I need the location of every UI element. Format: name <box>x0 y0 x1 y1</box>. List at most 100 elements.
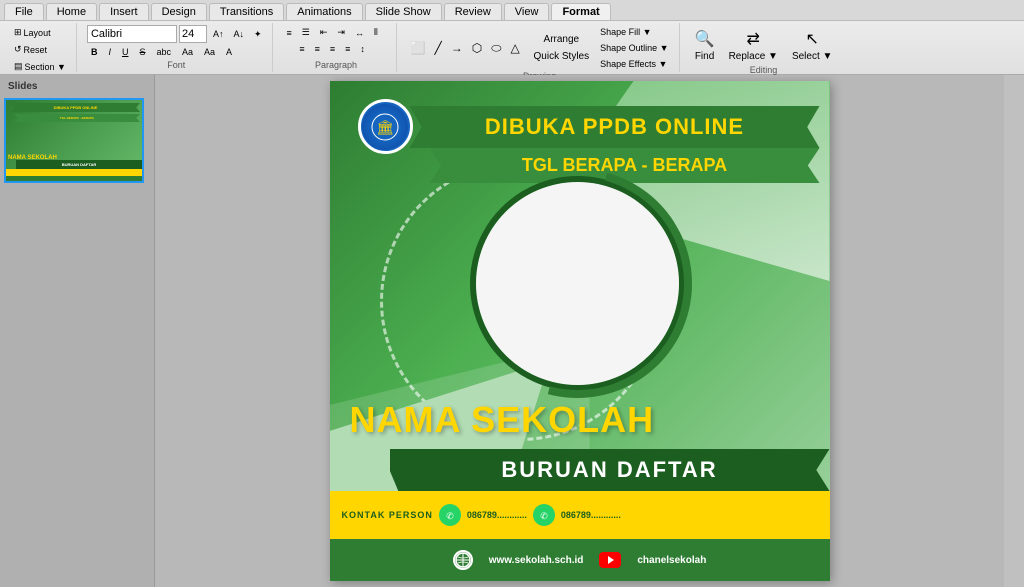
strikethrough-button[interactable]: S <box>135 45 149 59</box>
ribbon-group-slides: ⊞ Layout ↺ Reset ▤ Section ▼ Slides <box>4 23 77 72</box>
right-panel <box>1004 75 1024 587</box>
textbox-button[interactable]: ⬡ <box>468 39 486 58</box>
whatsapp-icon-2: ✆ <box>533 504 555 526</box>
tab-design[interactable]: Design <box>151 3 207 20</box>
ribbon-tabs: File Home Insert Design Transitions Anim… <box>0 0 1024 21</box>
font-size-input[interactable] <box>179 25 207 43</box>
ribbon-group-drawing: ⬜ ╱ → ⬡ ⬭ △ Arrange Quick Styles Shape F… <box>401 23 680 72</box>
ribbon: File Home Insert Design Transitions Anim… <box>0 0 1024 75</box>
arrange-button[interactable]: Arrange <box>530 32 594 47</box>
line-spacing-button[interactable]: ↕ <box>356 42 369 56</box>
columns-button[interactable]: ⫴ <box>370 25 382 40</box>
svg-text:🏛: 🏛 <box>376 119 394 135</box>
ribbon-group-font: A↑ A↓ ✦ B I U S abc Aa Aa A Font <box>81 23 273 72</box>
poster: 🏛 DIBUKA PPDB ONLINE TGL BERAPA - BERAPA <box>330 81 830 581</box>
font-shadow-button[interactable]: abc <box>152 45 175 59</box>
editing-group-label: Editing <box>690 65 838 75</box>
align-left-button[interactable]: ≡ <box>295 42 308 56</box>
clear-format-button[interactable]: ✦ <box>250 27 266 42</box>
tab-review[interactable]: Review <box>444 3 502 20</box>
shapes-button[interactable]: ⬜ <box>407 39 430 58</box>
youtube-icon <box>599 552 621 568</box>
school-logo: 🏛 <box>358 99 413 154</box>
font-color-button[interactable]: Aa <box>178 45 197 59</box>
paragraph-content: ≡ ☰ ⇤ ⇥ ↔ ⫴ ≡ ≡ ≡ ≡ ↕ <box>283 25 382 60</box>
tgl-banner: TGL BERAPA - BERAPA <box>430 148 820 183</box>
text-direction-button[interactable]: ↔ <box>351 25 368 40</box>
ribbon-group-editing: 🔍 Find ⇄ Replace ▼ ↖ Select ▼ Editing <box>684 23 844 72</box>
ppdb-text: DIBUKA PPDB ONLINE <box>440 114 790 140</box>
reset-button[interactable]: ↺ Reset <box>10 42 70 57</box>
buruan-banner: BURUAN DAFTAR <box>390 449 830 491</box>
tab-slideshow[interactable]: Slide Show <box>365 3 442 20</box>
phone-number-1: 086789............ <box>467 510 527 520</box>
decrease-font-button[interactable]: A↓ <box>229 27 248 41</box>
font-group-label: Font <box>87 60 266 70</box>
replace-button[interactable]: ⇄ Replace ▼ <box>724 25 783 65</box>
tab-file[interactable]: File <box>4 3 44 20</box>
bold-button[interactable]: B <box>87 45 102 59</box>
replace-icon: ⇄ <box>747 29 760 49</box>
website-text: www.sekolah.sch.id <box>489 555 584 566</box>
tab-format[interactable]: Format <box>551 3 610 20</box>
quick-styles-button[interactable]: Quick Styles <box>530 49 594 64</box>
school-name-container: NAMA SEKOLAH <box>350 399 655 441</box>
underline-button[interactable]: U <box>118 45 133 59</box>
shape-effects-button[interactable]: Shape Effects ▼ <box>596 57 672 71</box>
layout-button[interactable]: ⊞ Layout <box>10 25 70 40</box>
globe-icon <box>453 550 473 570</box>
oval-button[interactable]: ⬭ <box>487 39 505 58</box>
slides-panel: Slides DIBUKA PPDB ONLINE TGL BERAPA - B… <box>0 75 155 587</box>
shape-fill-button[interactable]: Shape Fill ▼ <box>596 25 672 39</box>
school-name-text: NAMA SEKOLAH <box>350 399 655 441</box>
tab-animations[interactable]: Animations <box>286 3 362 20</box>
select-button[interactable]: ↖ Select ▼ <box>787 25 837 65</box>
kontak-label: KONTAK PERSON <box>342 510 433 520</box>
tab-home[interactable]: Home <box>46 3 97 20</box>
bullet-list-button[interactable]: ≡ <box>283 25 296 40</box>
increase-font-button[interactable]: A↑ <box>209 27 228 41</box>
section-button[interactable]: ▤ Section ▼ <box>10 59 70 74</box>
editing-content: 🔍 Find ⇄ Replace ▼ ↖ Select ▼ <box>690 25 838 65</box>
line-button[interactable]: ╱ <box>430 39 445 58</box>
numbered-list-button[interactable]: ☰ <box>298 25 314 40</box>
ribbon-body: ⊞ Layout ↺ Reset ▤ Section ▼ Slides <box>0 21 1024 74</box>
tgl-text: TGL BERAPA - BERAPA <box>460 155 790 176</box>
canvas-area: 🏛 DIBUKA PPDB ONLINE TGL BERAPA - BERAPA <box>155 75 1004 587</box>
align-right-button[interactable]: ≡ <box>326 42 339 56</box>
triangle-button[interactable]: △ <box>506 39 523 58</box>
reset-icon: ↺ <box>14 44 22 55</box>
font-name-input[interactable] <box>87 25 177 43</box>
slides-panel-header: Slides <box>4 79 150 94</box>
arrow-button[interactable]: → <box>447 39 467 58</box>
channel-text: chanelsekolah <box>637 555 706 566</box>
bottom-yellow-bar: KONTAK PERSON ✆ 086789............ ✆ <box>330 491 830 539</box>
decrease-indent-button[interactable]: ⇤ <box>316 25 332 40</box>
tab-transitions[interactable]: Transitions <box>209 3 284 20</box>
svg-text:✆: ✆ <box>446 511 454 521</box>
bottom-green-bar: www.sekolah.sch.id chanelsekolah <box>330 539 830 581</box>
ppdb-banner: DIBUKA PPDB ONLINE <box>410 106 820 148</box>
ribbon-group-paragraph: ≡ ☰ ⇤ ⇥ ↔ ⫴ ≡ ≡ ≡ ≡ ↕ Paragraph <box>277 23 397 72</box>
find-button[interactable]: 🔍 Find <box>690 25 720 65</box>
justify-button[interactable]: ≡ <box>341 42 354 56</box>
italic-button[interactable]: I <box>104 45 115 59</box>
font-aa2-button[interactable]: A <box>222 45 236 59</box>
app-body: Slides DIBUKA PPDB ONLINE TGL BERAPA - B… <box>0 75 1024 587</box>
slide-thumbnail[interactable]: DIBUKA PPDB ONLINE TGL BERAPA - BERAPA N… <box>4 98 144 183</box>
tab-insert[interactable]: Insert <box>99 3 149 20</box>
align-center-button[interactable]: ≡ <box>311 42 324 56</box>
font-aa-button[interactable]: Aa <box>200 45 219 59</box>
shape-outline-button[interactable]: Shape Outline ▼ <box>596 41 672 55</box>
paragraph-group-label: Paragraph <box>283 60 390 70</box>
increase-indent-button[interactable]: ⇥ <box>333 25 349 40</box>
find-icon: 🔍 <box>695 29 715 49</box>
buruan-text: BURUAN DAFTAR <box>430 457 790 483</box>
svg-text:✆: ✆ <box>540 511 548 521</box>
whatsapp-icon-1: ✆ <box>439 504 461 526</box>
tab-view[interactable]: View <box>504 3 550 20</box>
layout-icon: ⊞ <box>14 27 22 38</box>
slide-canvas[interactable]: 🏛 DIBUKA PPDB ONLINE TGL BERAPA - BERAPA <box>330 81 830 581</box>
slides-group-content: ⊞ Layout ↺ Reset ▤ Section ▼ <box>10 25 70 74</box>
select-icon: ↖ <box>805 29 818 49</box>
